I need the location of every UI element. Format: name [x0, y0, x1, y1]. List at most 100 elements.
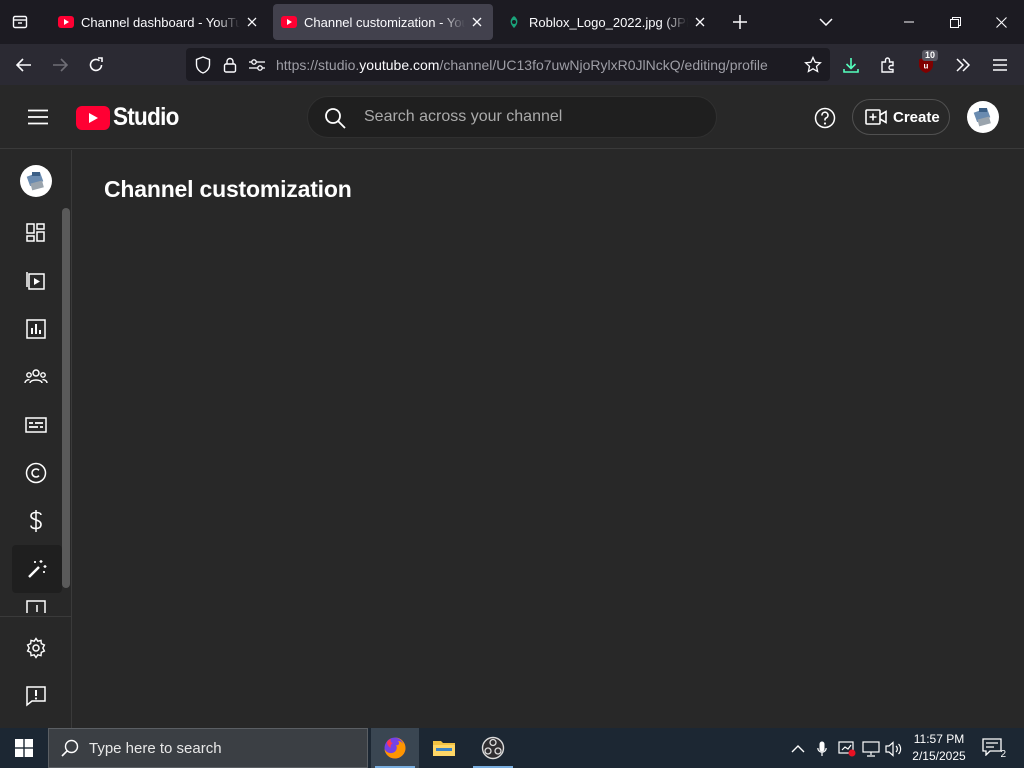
taskbar-file-explorer[interactable]	[420, 728, 468, 768]
security-tray-icon[interactable]	[837, 740, 857, 758]
dashboard-icon	[26, 223, 45, 242]
system-clock[interactable]: 11:57 PM 2/15/2025	[900, 731, 978, 765]
firefox-view-icon	[12, 15, 28, 29]
audio-library-icon	[26, 600, 46, 613]
content-icon	[26, 272, 45, 290]
search-input[interactable]	[364, 97, 704, 137]
create-label: Create	[893, 108, 940, 126]
notification-center-button[interactable]: 2	[982, 738, 1006, 760]
taskbar-obs[interactable]	[469, 728, 517, 768]
help-icon	[814, 107, 836, 129]
tab-channel-customization[interactable]: Channel customization - YouTube Studio	[273, 4, 493, 40]
studio-menu-button[interactable]	[24, 105, 52, 129]
tab-title: Roblox_Logo_2022.jpg (JPEG Image)	[529, 14, 688, 30]
downloads-button[interactable]	[838, 52, 864, 78]
clock-time: 11:57 PM	[913, 732, 965, 746]
youtube-studio-logo[interactable]: Studio	[76, 103, 186, 132]
permissions-icon[interactable]	[248, 56, 266, 74]
more-tools-button[interactable]	[950, 52, 976, 78]
back-button[interactable]	[11, 52, 37, 78]
taskbar-search-box[interactable]: Type here to search	[48, 728, 368, 768]
browser-tab-bar: Channel dashboard - YouTube Studio Chann…	[0, 0, 1024, 44]
channel-avatar[interactable]	[20, 165, 52, 197]
minimize-icon	[904, 21, 914, 23]
defender-icon	[838, 741, 856, 757]
sidebar-item-customization[interactable]	[12, 545, 62, 593]
firefox-view-button[interactable]	[8, 10, 32, 34]
minimize-button[interactable]	[886, 0, 932, 44]
notification-icon	[982, 738, 1002, 756]
feedback-icon	[26, 686, 46, 707]
youtube-studio-favicon-icon	[58, 14, 74, 30]
browser-nav-bar: https://studio.youtube.com/channel/UC13f…	[0, 44, 1024, 85]
url-path: /channel/UC13fo7uwNjoRylxR0JlNckQ/editin…	[439, 57, 768, 73]
network-tray-icon[interactable]	[861, 740, 881, 758]
subtitles-icon	[25, 417, 47, 433]
restore-icon	[949, 16, 961, 28]
community-icon	[24, 369, 48, 384]
microphone-tray-icon[interactable]	[812, 740, 832, 758]
show-hidden-icons-button[interactable]	[788, 740, 808, 758]
bookmark-button[interactable]	[800, 52, 826, 78]
magic-wand-icon	[28, 560, 47, 578]
download-icon	[843, 58, 859, 73]
taskbar-search-placeholder: Type here to search	[89, 739, 222, 757]
youtube-play-icon	[76, 105, 110, 130]
new-tab-button[interactable]	[728, 10, 752, 34]
search-icon	[61, 739, 79, 757]
reload-icon	[89, 57, 103, 72]
extensions-button[interactable]	[875, 52, 901, 78]
create-video-icon	[865, 109, 887, 125]
sidebar-item-audio-library[interactable]	[0, 593, 72, 613]
restore-button[interactable]	[932, 0, 978, 44]
start-button[interactable]	[0, 728, 48, 768]
channel-search-box[interactable]	[307, 96, 717, 138]
app-menu-button[interactable]	[987, 52, 1013, 78]
youtube-studio-favicon-icon	[281, 14, 297, 30]
notification-count: 2	[1000, 749, 1006, 760]
sidebar-item-send-feedback[interactable]	[0, 672, 72, 720]
gear-icon	[26, 637, 46, 659]
help-button[interactable]	[812, 105, 838, 131]
tracking-protection-icon[interactable]	[194, 56, 212, 74]
close-tab-icon[interactable]	[692, 14, 708, 30]
address-bar[interactable]: https://studio.youtube.com/channel/UC13f…	[186, 48, 830, 81]
studio-sidebar	[0, 150, 72, 728]
forward-button[interactable]	[47, 52, 73, 78]
lock-icon[interactable]	[221, 56, 239, 74]
taskbar-firefox[interactable]	[371, 728, 419, 768]
sidebar-item-settings[interactable]	[0, 624, 72, 672]
close-tab-icon[interactable]	[469, 14, 485, 30]
url-host: youtube.com	[359, 57, 440, 73]
tab-channel-dashboard[interactable]: Channel dashboard - YouTube Studio	[50, 4, 268, 40]
sidebar-scrollbar[interactable]	[62, 208, 70, 588]
list-all-tabs-button[interactable]	[814, 10, 838, 34]
extension-count-badge: 10	[922, 50, 939, 61]
tab-roblox-logo[interactable]: Roblox_Logo_2022.jpg (JPEG Image)	[498, 4, 716, 40]
puzzle-icon	[881, 57, 894, 73]
reload-button[interactable]	[83, 52, 109, 78]
tab-title: Channel customization - YouTube Studio	[304, 14, 465, 30]
plus-icon	[733, 15, 747, 29]
double-chevron-right-icon	[956, 58, 971, 72]
close-tab-icon[interactable]	[244, 14, 260, 30]
arrow-left-icon	[16, 58, 31, 72]
sidebar-divider	[0, 616, 72, 617]
url-prefix: https://studio.	[276, 57, 360, 73]
avatar-image-icon	[973, 107, 991, 127]
folder-icon	[433, 741, 455, 756]
windows-taskbar: Type here to search 11:57 PM 2/15/2025 2	[0, 728, 1024, 768]
close-window-button[interactable]	[978, 0, 1024, 44]
obs-icon	[481, 736, 505, 760]
url-text[interactable]: https://studio.youtube.com/channel/UC13f…	[276, 57, 768, 73]
chevron-down-icon	[819, 18, 833, 26]
tab-title: Channel dashboard - YouTube Studio	[81, 14, 240, 30]
network-icon	[862, 741, 880, 757]
hamburger-icon	[28, 109, 48, 125]
search-icon	[325, 108, 346, 129]
logo-text: Studio	[113, 103, 179, 131]
account-avatar[interactable]	[967, 101, 999, 133]
studio-header: Studio Create	[0, 85, 1024, 149]
hamburger-icon	[993, 59, 1007, 71]
create-button[interactable]: Create	[852, 99, 950, 135]
